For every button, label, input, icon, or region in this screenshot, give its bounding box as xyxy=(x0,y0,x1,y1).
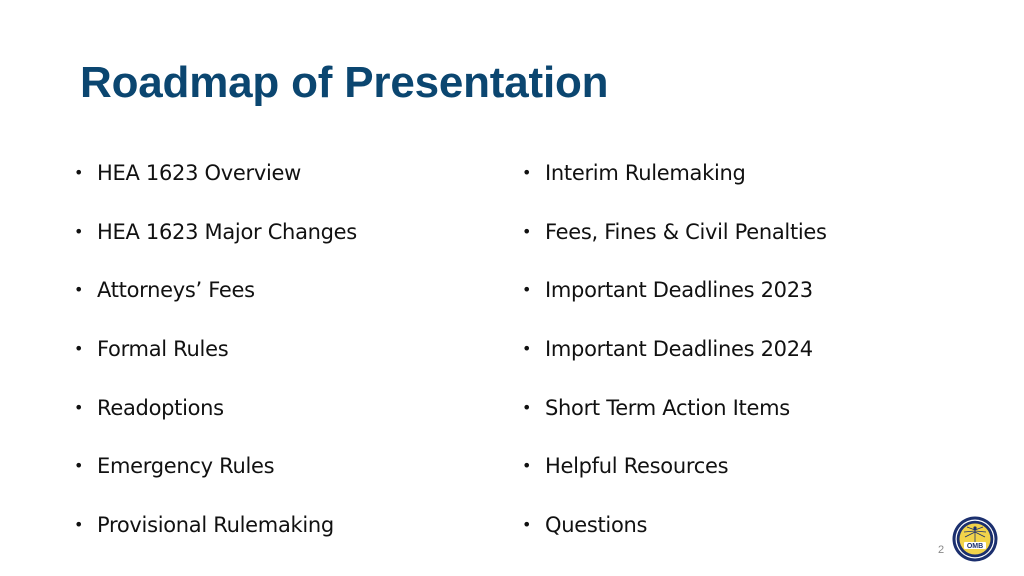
seal-torch-flame xyxy=(973,526,977,530)
bullet-icon: • xyxy=(522,221,532,241)
agenda-list-left: • HEA 1623 Overview • HEA 1623 Major Chang… xyxy=(74,154,357,565)
agenda-item-label: Fees, Fines & Civil Penalties xyxy=(545,219,827,244)
bullet-icon: • xyxy=(522,339,532,359)
agenda-list-right: • Interim Rulemaking • Fees, Fines & Civil… xyxy=(522,154,827,565)
slide: Roadmap of Presentation • HEA 1623 Overvi… xyxy=(0,0,1024,576)
bullet-icon: • xyxy=(74,515,84,535)
agenda-item-label: Readoptions xyxy=(97,395,224,420)
agenda-item: • Attorneys’ Fees xyxy=(74,271,357,330)
agenda-item-label: Emergency Rules xyxy=(97,454,275,479)
agenda-item-label: Provisional Rulemaking xyxy=(97,513,334,538)
agenda-item: • Interim Rulemaking xyxy=(522,154,827,213)
bullet-icon: • xyxy=(74,339,84,359)
agenda-item: • Fees, Fines & Civil Penalties xyxy=(522,213,827,272)
bullet-icon: • xyxy=(74,221,84,241)
bullet-icon: • xyxy=(522,280,532,300)
agenda-item: • Short Term Action Items xyxy=(522,389,827,448)
bullet-icon: • xyxy=(74,456,84,476)
bullet-icon: • xyxy=(522,456,532,476)
agenda-item: • Readoptions xyxy=(74,389,357,448)
agenda-item-label: Attorneys’ Fees xyxy=(97,278,255,303)
bullet-icon: • xyxy=(74,280,84,300)
agenda-item-label: HEA 1623 Overview xyxy=(97,161,301,185)
bullet-icon: • xyxy=(74,163,84,182)
agenda-item: • Emergency Rules xyxy=(74,447,357,506)
page-number: 2 xyxy=(938,544,945,556)
agenda-item-label: HEA 1623 Major Changes xyxy=(97,219,357,244)
agenda-item: • HEA 1623 Major Changes xyxy=(74,213,357,272)
agenda-item-label: Important Deadlines 2024 xyxy=(545,337,813,362)
agenda-item-label: Helpful Resources xyxy=(545,454,729,479)
bullet-icon: • xyxy=(522,515,532,535)
agenda-item: • Important Deadlines 2023 xyxy=(522,271,827,330)
agenda-item: • Important Deadlines 2024 xyxy=(522,330,827,389)
agenda-item: • Formal Rules xyxy=(74,330,357,389)
agenda-item-label: Formal Rules xyxy=(97,337,229,362)
agenda-item: • Provisional Rulemaking xyxy=(74,506,357,565)
agenda-item: • Questions xyxy=(522,506,827,565)
agenda-item-label: Interim Rulemaking xyxy=(545,161,746,185)
agenda-item-label: Short Term Action Items xyxy=(545,395,790,420)
agenda-item-label: Questions xyxy=(545,513,648,538)
agenda-item-label: Important Deadlines 2023 xyxy=(545,278,813,303)
agenda-item: • HEA 1623 Overview xyxy=(74,154,357,213)
bullet-icon: • xyxy=(522,163,532,182)
seal-logo-text: OMB xyxy=(967,543,983,550)
omb-seal-logo: OMB xyxy=(952,516,998,562)
slide-title: Roadmap of Presentation xyxy=(80,58,609,107)
bullet-icon: • xyxy=(522,397,532,417)
agenda-item: • Helpful Resources xyxy=(522,447,827,506)
bullet-icon: • xyxy=(74,397,84,417)
